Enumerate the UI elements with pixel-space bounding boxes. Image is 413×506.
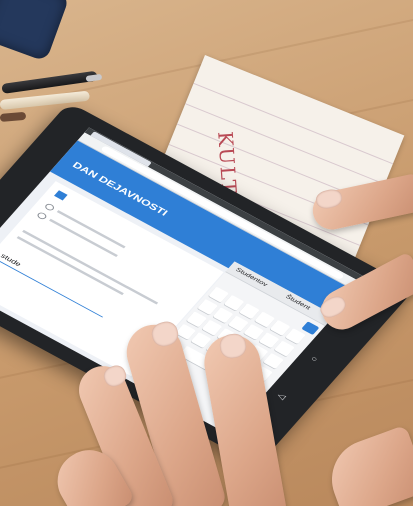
- right-hand-lower: [320, 424, 413, 506]
- photo-scene: KULTURNA DAN DAN DEJAVNOSTI: [0, 0, 413, 506]
- radio-circle-icon: [35, 211, 48, 221]
- keyboard-key[interactable]: [263, 352, 284, 370]
- pen-brown: [0, 111, 27, 122]
- keyboard-key[interactable]: [285, 328, 306, 345]
- back-icon[interactable]: ◁: [274, 390, 289, 401]
- answer-input[interactable]: stude: [0, 252, 110, 318]
- home-icon[interactable]: ○: [307, 353, 322, 364]
- radio-circle-icon: [43, 202, 56, 212]
- keyboard-key[interactable]: [274, 340, 295, 357]
- question-marker: [54, 190, 68, 201]
- blue-cloth: [0, 0, 70, 62]
- pen-silver-tip: [85, 73, 103, 82]
